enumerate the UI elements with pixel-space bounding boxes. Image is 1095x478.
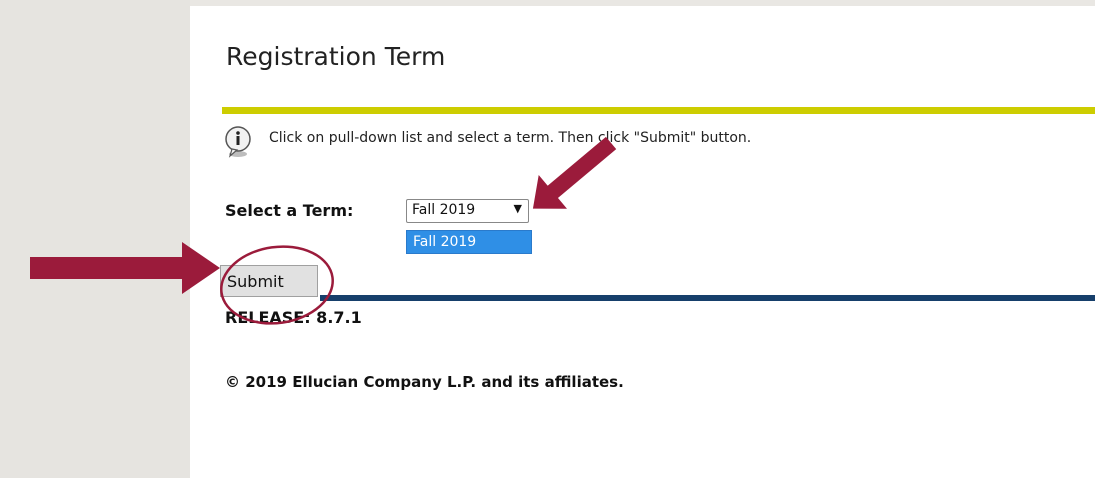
term-option-label: Fall 2019 xyxy=(413,234,477,250)
term-select-value: Fall 2019 xyxy=(412,202,476,218)
release-version: RELEASE: 8.7.1 xyxy=(225,308,362,327)
term-label: Select a Term: xyxy=(225,201,354,220)
copyright-text: © 2019 Ellucian Company L.P. and its aff… xyxy=(225,373,624,391)
yellow-divider xyxy=(222,107,1095,114)
info-icon xyxy=(225,126,251,158)
submit-button[interactable]: Submit xyxy=(220,265,318,297)
page-title: Registration Term xyxy=(226,42,446,71)
term-select[interactable]: Fall 2019 ▼ xyxy=(406,199,529,223)
registration-page: Registration Term Click on pull-down lis… xyxy=(190,6,1095,478)
info-text: Click on pull-down list and select a ter… xyxy=(269,130,752,146)
dropdown-arrow-icon: ▼ xyxy=(513,202,522,215)
blue-divider xyxy=(320,295,1095,301)
term-option-highlighted[interactable]: Fall 2019 xyxy=(406,230,532,254)
left-margin-panel xyxy=(0,0,190,478)
